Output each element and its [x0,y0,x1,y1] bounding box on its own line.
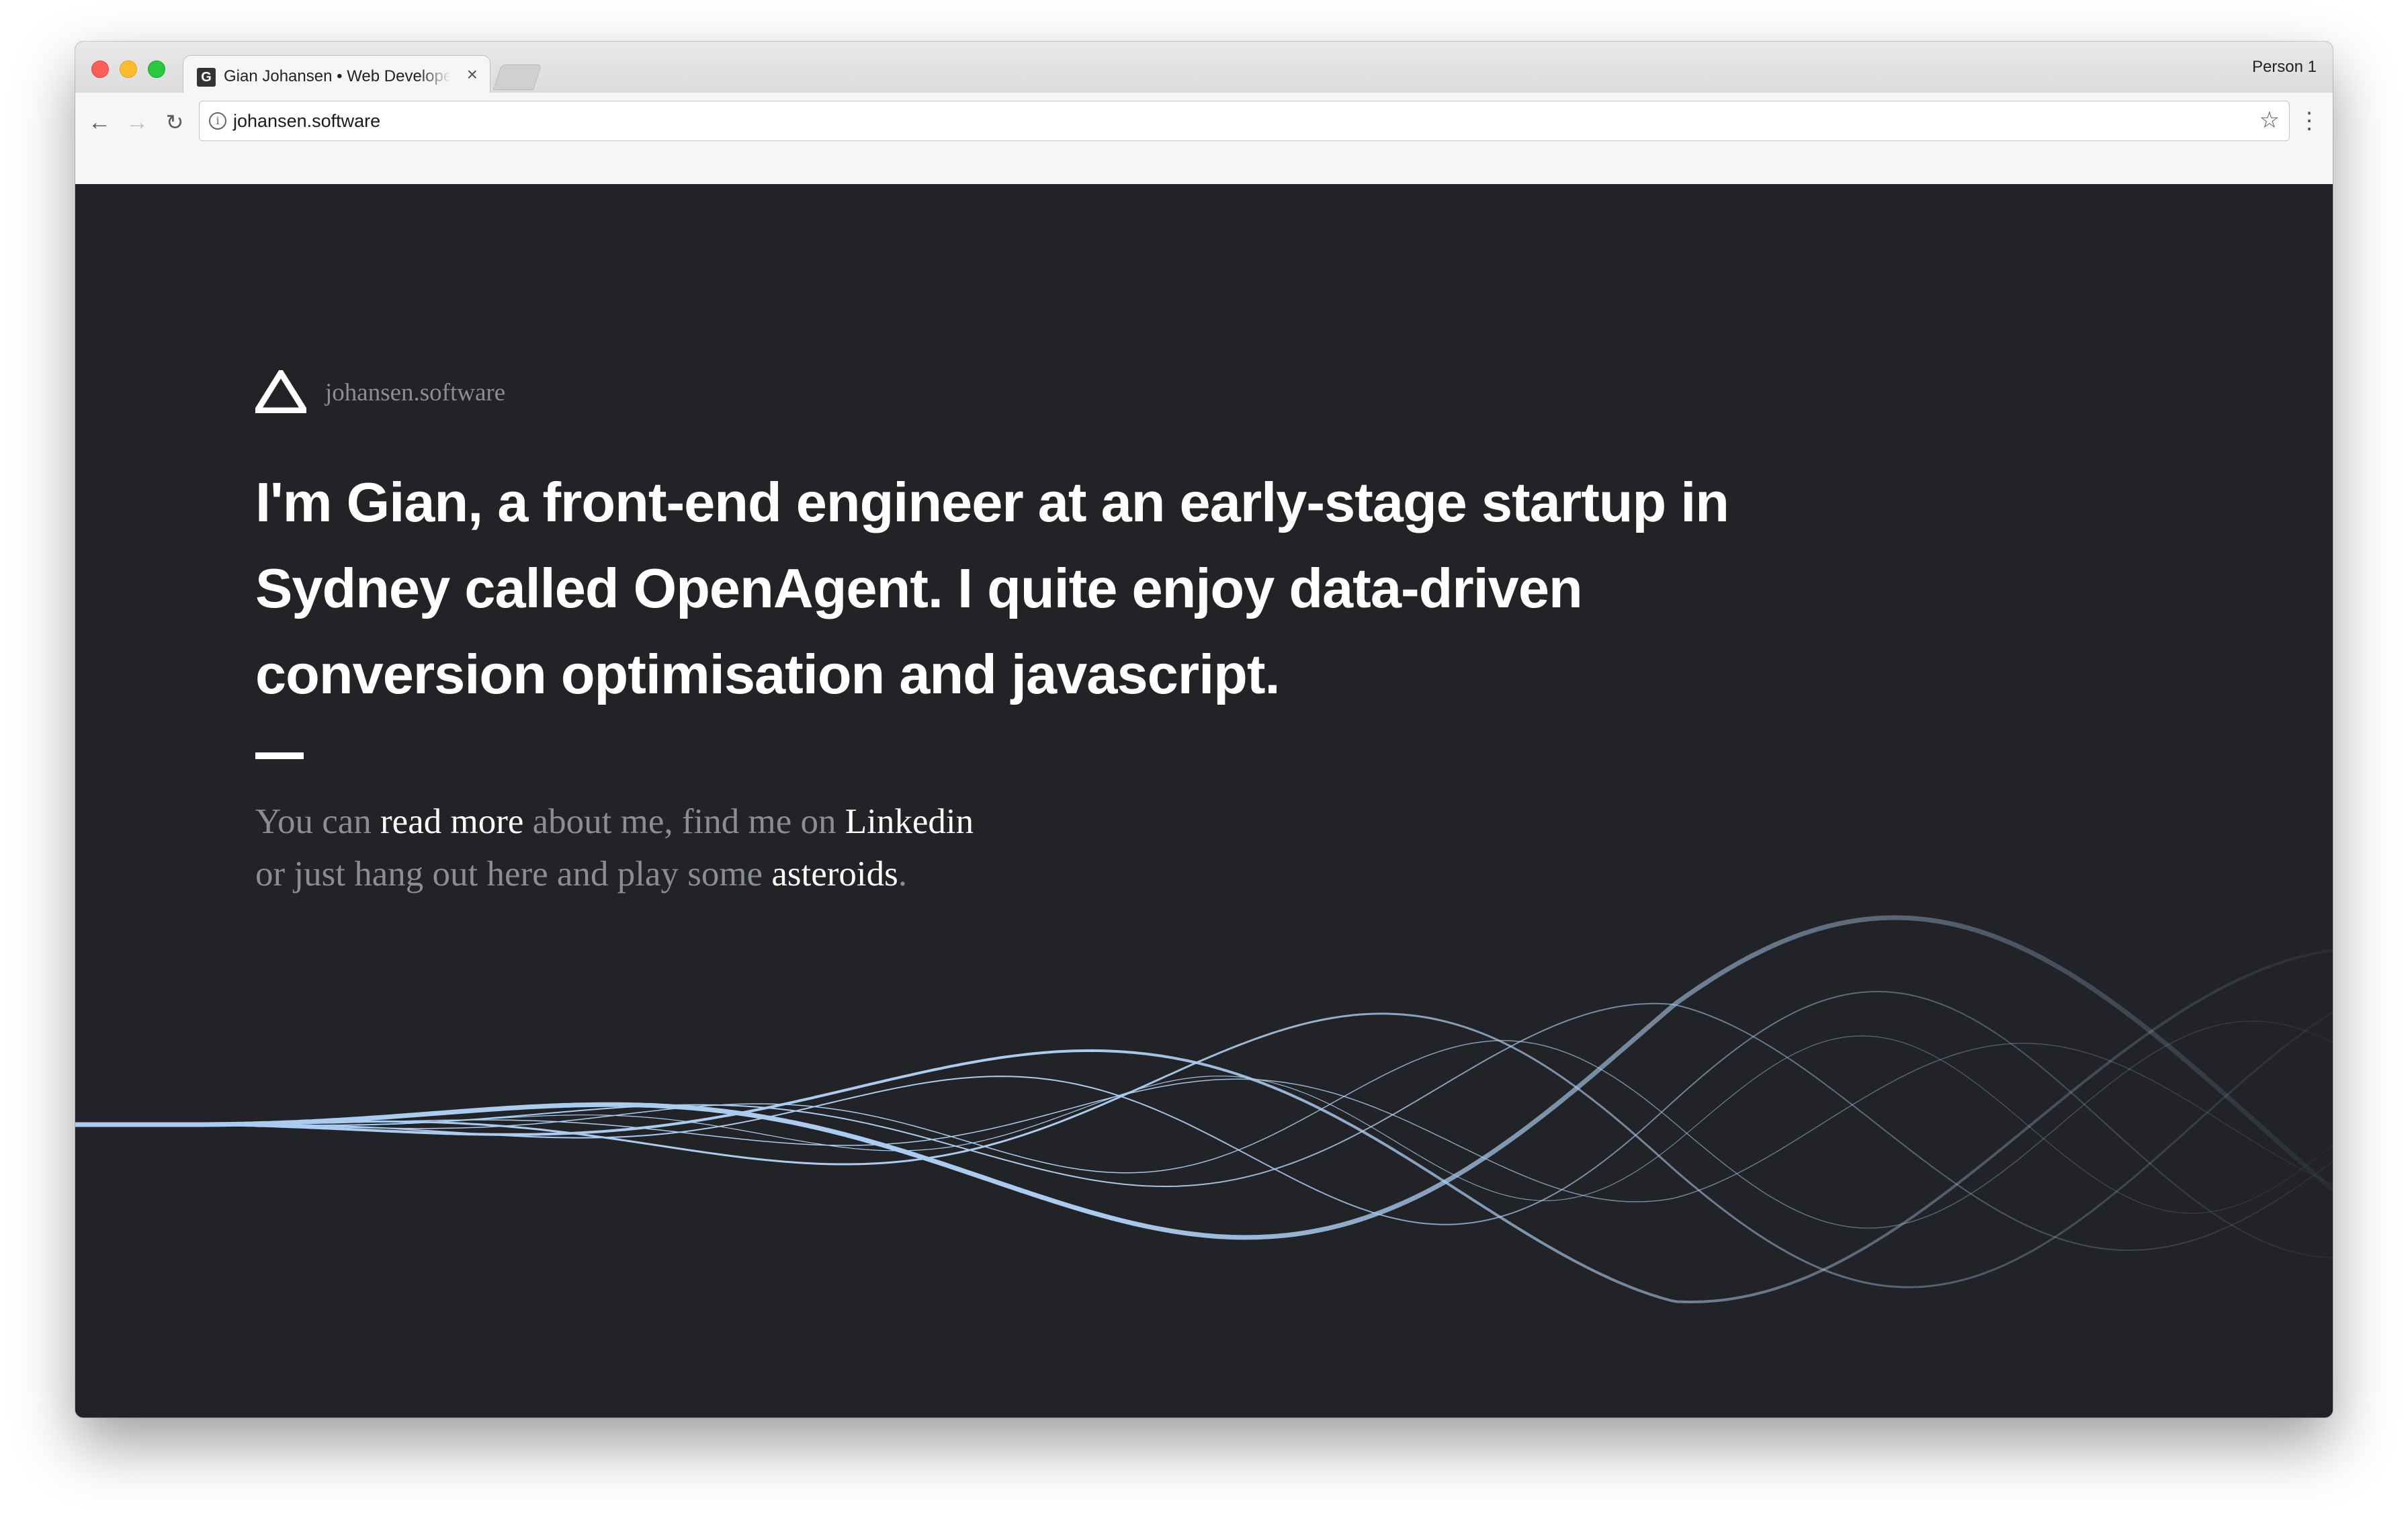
back-arrow-icon[interactable]: ← [86,109,113,136]
wave-line [75,915,2333,1240]
headline: I'm Gian, a front-end engineer at an ear… [255,471,1729,705]
star-icon[interactable]: ☆ [2260,107,2280,134]
read-more-link[interactable]: read more [380,802,523,841]
wave-line [75,990,2333,1258]
minimize-window-button[interactable] [120,60,137,78]
wave-line [75,1011,2333,1289]
browser-tab[interactable]: G Gian Johansen • Web Developer × [183,55,490,94]
logo-icon [255,370,306,413]
browser-toolbar: ← → ↻ i johansen.software ☆ ⋮ [75,93,2333,185]
forward-arrow-icon[interactable]: → [124,109,150,136]
close-window-button[interactable] [91,60,109,78]
brand-name: johansen.software [325,379,506,406]
menu-dots-icon[interactable]: ⋮ [2298,107,2321,134]
intro-text: You can read more about me, find me on L… [255,795,1330,900]
new-tab-button[interactable] [492,64,542,90]
profile-button[interactable]: Person 1 [2252,58,2317,77]
intro-text-part: You can [255,802,381,841]
tab-title: Gian Johansen • Web Developer [224,67,451,85]
reload-icon[interactable]: ↻ [161,109,188,136]
address-bar[interactable]: i johansen.software ☆ [199,101,2290,141]
intro-text-part: . [898,855,907,894]
intro-text-part: or just hang out here and play some [255,855,772,894]
info-icon[interactable]: i [209,112,226,130]
asteroids-link[interactable]: asteroids [771,855,898,894]
page-content: johansen.software I'm Gian, a front-end … [75,184,2333,1418]
wave-line [75,1035,2333,1214]
browser-window: G Gian Johansen • Web Developer × Person… [75,42,2333,1418]
wave-line [75,1002,2333,1252]
linkedin-link[interactable]: Linkedin [845,802,974,841]
tab-strip: G Gian Johansen • Web Developer × Person… [75,42,2333,94]
wave-line [75,949,2333,1303]
divider [255,752,304,759]
url-text[interactable]: johansen.software [233,111,380,132]
site-favicon-icon: G [197,68,216,87]
intro-text-part: about me, find me on [523,802,845,841]
zoom-window-button[interactable] [148,60,165,78]
close-icon[interactable]: × [467,64,478,85]
wave-line [75,1020,2333,1229]
